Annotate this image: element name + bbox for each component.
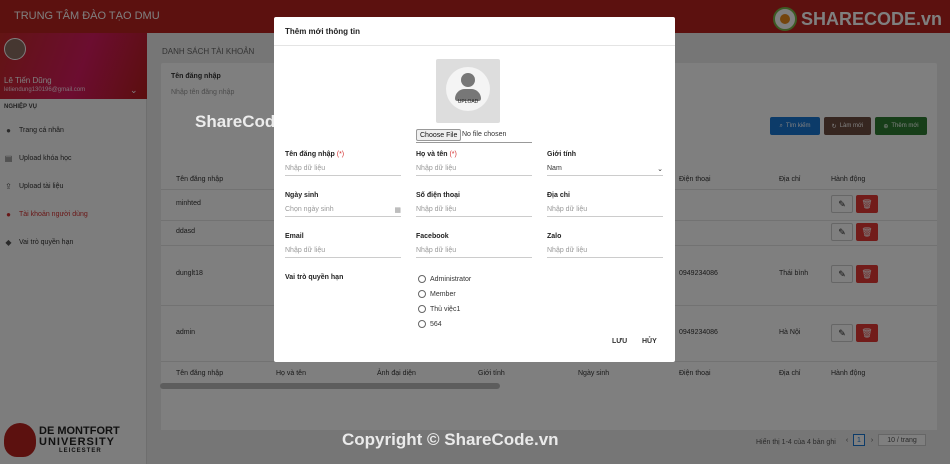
cancel-button[interactable]: HỦY	[642, 338, 657, 345]
zalo-label: Zalo	[547, 233, 562, 240]
email-input[interactable]: Nhập dữ liệu	[285, 244, 401, 258]
fullname-input[interactable]: Nhập dữ liệu	[416, 162, 532, 176]
divider	[416, 142, 532, 143]
role-radio-564[interactable]: 564	[418, 320, 442, 328]
address-label: Địa chỉ	[547, 192, 570, 199]
phone-input[interactable]: Nhập dữ liệu	[416, 203, 532, 217]
chevron-down-icon: ⌄	[657, 165, 663, 173]
username-label: Tên đăng nhập (*)	[285, 151, 345, 158]
email-label: Email	[285, 233, 304, 240]
fullname-label: Họ và tên (*)	[416, 151, 457, 158]
file-status: No file chosen	[462, 131, 507, 138]
save-button[interactable]: LƯU	[612, 338, 627, 345]
watermark-bottom: Copyright © ShareCode.vn	[342, 430, 559, 449]
gender-label: Giới tính	[547, 151, 577, 158]
birthday-picker[interactable]: Chọn ngày sinh ▦	[285, 203, 401, 217]
user-placeholder-icon	[461, 73, 475, 87]
upload-label: UPLOAD	[457, 99, 479, 105]
divider	[274, 45, 675, 46]
modal-title: Thêm mới thông tin	[285, 27, 361, 36]
choose-file-button[interactable]: Choose File	[416, 129, 462, 141]
avatar-upload[interactable]: UPLOAD	[436, 59, 500, 123]
gender-select[interactable]: Nam ⌄	[547, 162, 663, 176]
add-info-modal: Thêm mới thông tin UPLOAD Choose File No…	[274, 17, 675, 362]
birthday-label: Ngày sinh	[285, 192, 319, 199]
username-input[interactable]: Nhập dữ liệu	[285, 162, 401, 176]
role-radio-administrator[interactable]: Administrator	[418, 275, 471, 283]
role-label: Vai trò quyền hạn	[285, 274, 344, 281]
facebook-input[interactable]: Nhập dữ liệu	[416, 244, 532, 258]
role-radio-member[interactable]: Member	[418, 290, 456, 298]
watermark-center: ShareCode.vn	[195, 112, 310, 131]
role-radio-thu-viec1[interactable]: Thủ việc1	[418, 305, 460, 313]
facebook-label: Facebook	[416, 233, 449, 240]
zalo-input[interactable]: Nhập dữ liệu	[547, 244, 663, 258]
phone-label: Số điện thoại	[416, 192, 460, 199]
calendar-icon: ▦	[394, 206, 401, 214]
address-input[interactable]: Nhập dữ liệu	[547, 203, 663, 217]
